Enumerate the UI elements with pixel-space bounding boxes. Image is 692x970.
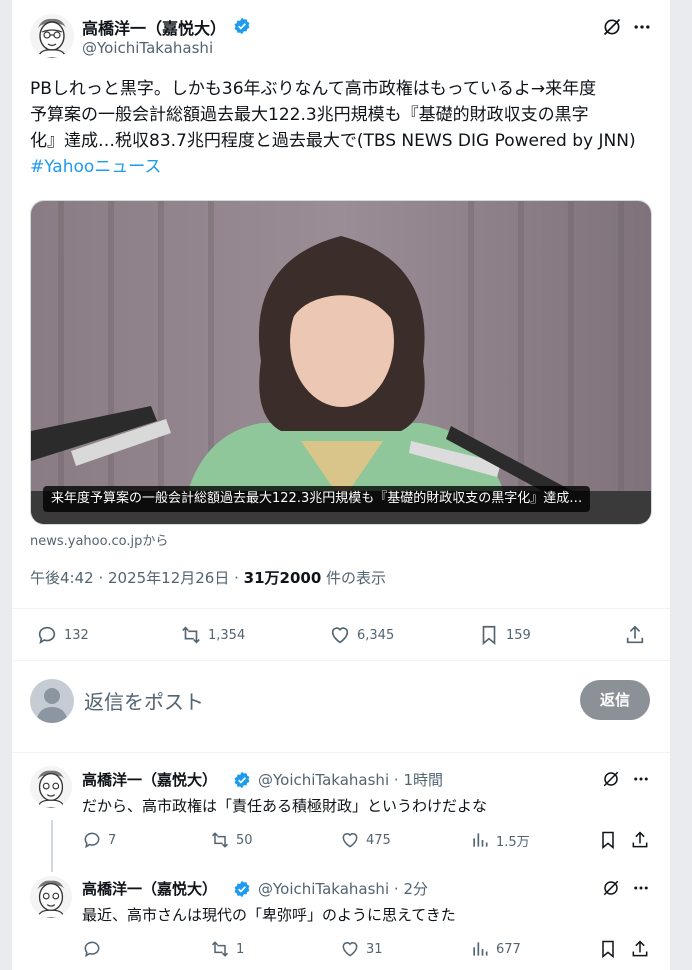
bookmark-button[interactable]	[598, 830, 618, 850]
like-button[interactable]: 31	[340, 939, 383, 959]
retweet-button[interactable]: 1	[210, 939, 244, 959]
like-button[interactable]: 475	[340, 830, 391, 850]
reply-button[interactable]	[82, 939, 108, 959]
more-options-icon[interactable]	[630, 768, 652, 790]
retweet-count: 50	[236, 832, 253, 848]
like-count: 6,345	[357, 627, 395, 643]
reply-button[interactable]: 132	[36, 624, 89, 646]
bookmark-icon	[602, 831, 614, 850]
retweet-button[interactable]: 1,354	[180, 624, 245, 646]
thread-connector	[51, 820, 53, 872]
reply-author-avatar[interactable]	[30, 766, 72, 808]
link-card-image[interactable]: 来年度予算案の一般会計総額過去最大122.3兆円規模も『基礎的財政収支の黒字化』…	[30, 200, 652, 525]
grok-icon[interactable]	[600, 877, 622, 899]
heart-icon	[342, 942, 358, 957]
reply-author-avatar[interactable]	[30, 876, 72, 918]
tweet-meta: 午後4:42 · 2025年12月26日 · 31万2000 件の表示	[30, 567, 386, 588]
more-options-icon[interactable]	[630, 877, 652, 899]
tweet-text-line: PBしれっと黒字。しかも36年ぶりなんて高市政権はもっているよ→来年度	[30, 79, 597, 99]
reply-author-name[interactable]: 高橋洋一（嘉悦大）	[82, 769, 217, 790]
heart-icon	[331, 627, 349, 644]
views-button[interactable]: 677	[470, 939, 521, 959]
grok-icon[interactable]	[600, 15, 624, 39]
separator-dot: ·	[389, 771, 404, 789]
bookmark-button[interactable]: 159	[478, 624, 531, 646]
divider	[12, 752, 670, 753]
like-button[interactable]: 6,345	[329, 624, 394, 646]
tweet-timestamp[interactable]: 午後4:42 · 2025年12月26日 ·	[30, 569, 244, 587]
divider	[12, 660, 670, 661]
verified-badge-icon	[233, 771, 251, 789]
views-count: 677	[496, 941, 521, 957]
current-user-avatar[interactable]	[30, 679, 74, 723]
separator-dot: ·	[389, 880, 404, 898]
retweet-button[interactable]: 50	[210, 830, 253, 850]
verified-badge-icon	[233, 880, 251, 898]
retweet-icon	[182, 626, 200, 644]
grok-icon[interactable]	[600, 768, 622, 790]
tweet-text-line: 化』達成…税収83.7兆円程度と過去最大で(TBS NEWS DIG Power…	[30, 131, 636, 151]
retweet-icon	[211, 832, 229, 848]
author-name[interactable]: 高橋洋一（嘉悦大）	[82, 15, 226, 39]
views-suffix: 件の表示	[321, 569, 387, 587]
bookmark-icon	[482, 625, 496, 646]
divider	[12, 608, 670, 609]
reply-author-name[interactable]: 高橋洋一（嘉悦大）	[82, 878, 217, 899]
tweet-text: PBしれっと黒字。しかも36年ぶりなんて高市政権はもっているよ→来年度 予算案の…	[30, 76, 660, 180]
views-button[interactable]: 1.5万	[470, 830, 530, 850]
share-button[interactable]	[624, 624, 646, 646]
tweet-text-line: 予算案の一般会計総額過去最大122.3兆円規模も『基礎的財政収支の黒字	[30, 105, 589, 125]
reply-input[interactable]: 返信をポスト	[84, 686, 204, 715]
reply-submit-button[interactable]: 返信	[580, 680, 650, 720]
author-avatar[interactable]	[30, 14, 74, 58]
retweet-count: 1	[236, 941, 245, 957]
views-count: 1.5万	[496, 834, 530, 850]
reply-time[interactable]: 1時間	[403, 771, 443, 789]
reply-time[interactable]: 2分	[403, 880, 428, 898]
reply-handle-text: @YoichiTakahashi	[258, 771, 390, 789]
like-count: 31	[366, 941, 383, 957]
reply-handle-text: @YoichiTakahashi	[258, 880, 390, 898]
reply-icon	[38, 626, 56, 645]
reply-author-handle[interactable]: @YoichiTakahashi · 1時間	[258, 769, 443, 790]
reply-icon	[84, 941, 100, 958]
share-button[interactable]	[630, 830, 650, 850]
share-icon	[632, 940, 648, 957]
author-handle[interactable]: @YoichiTakahashi	[82, 39, 213, 57]
press-conference-photo	[31, 201, 651, 524]
bookmark-button[interactable]	[598, 939, 618, 959]
reply-count: 7	[108, 832, 117, 848]
share-icon	[626, 625, 644, 644]
retweet-icon	[211, 941, 229, 957]
verified-badge-icon	[233, 17, 251, 35]
like-count: 475	[366, 832, 391, 848]
reply-text: 最近、高市さんは現代の「卑弥呼」のように思えてきた	[82, 906, 456, 924]
link-source[interactable]: news.yahoo.co.jpから	[30, 530, 168, 549]
media-caption: 来年度予算案の一般会計総額過去最大122.3兆円規模も『基礎的財政収支の黒字化』…	[43, 486, 591, 512]
bookmark-count: 159	[506, 627, 531, 643]
more-options-icon[interactable]	[630, 15, 654, 39]
reply-button[interactable]: 7	[82, 830, 116, 850]
analytics-icon	[473, 833, 488, 847]
hashtag-link[interactable]: #Yahooニュース	[30, 154, 660, 180]
reply-icon	[84, 832, 100, 849]
page: 高橋洋一（嘉悦大） @YoichiTakahashi PBしれっと黒字。しかも3…	[0, 0, 692, 970]
bookmark-icon	[602, 940, 614, 959]
share-icon	[632, 831, 648, 848]
share-button[interactable]	[630, 939, 650, 959]
heart-icon	[342, 833, 358, 848]
analytics-icon	[473, 942, 488, 956]
views-count: 31万2000	[243, 569, 322, 587]
reply-text: だから、高市政権は「責任ある積極財政」というわけだよな	[82, 797, 488, 815]
reply-author-handle[interactable]: @YoichiTakahashi · 2分	[258, 878, 428, 899]
reply-count: 132	[64, 627, 89, 643]
retweet-count: 1,354	[208, 627, 246, 643]
